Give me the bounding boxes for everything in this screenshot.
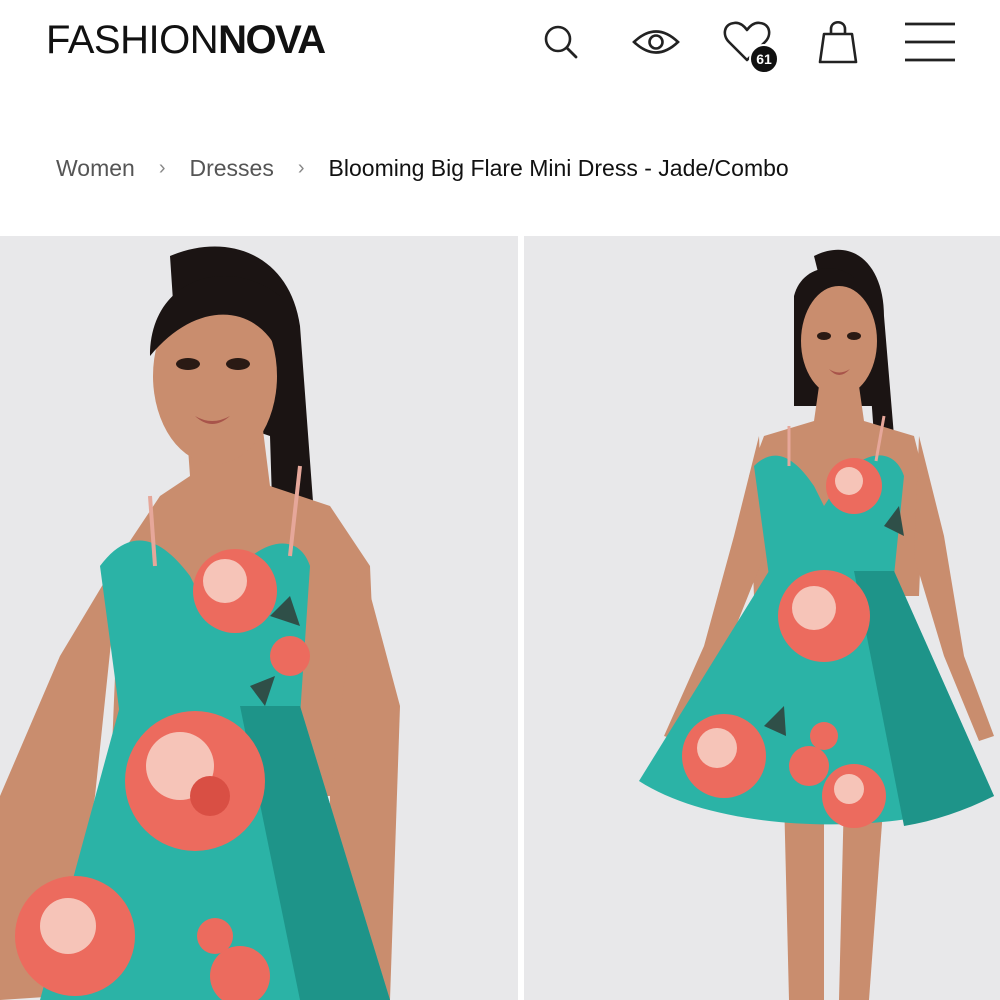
breadcrumb: Women › Dresses › Blooming Big Flare Min… [56,150,789,186]
menu-button[interactable] [900,14,960,70]
site-header: FASHION NOVA 61 [0,0,1000,90]
recently-viewed-button[interactable] [626,14,686,70]
breadcrumb-women[interactable]: Women [56,155,135,182]
product-image-front-full[interactable] [524,236,1000,1000]
breadcrumb-separator-icon: › [297,156,305,179]
model-full-illustration [524,236,1000,1000]
breadcrumb-dresses[interactable]: Dresses [190,155,274,182]
menu-icon [905,22,955,62]
eye-icon [632,30,680,54]
shopping-bag-button[interactable] [808,14,868,70]
model-closeup-illustration [0,236,518,1000]
search-button[interactable] [531,14,591,70]
breadcrumb-separator-icon: › [158,156,166,179]
breadcrumb-current-product: Blooming Big Flare Mini Dress - Jade/Com… [328,154,789,181]
logo-bold-text: NOVA [218,18,326,62]
brand-logo[interactable]: FASHION NOVA [46,18,326,62]
product-gallery [0,236,1000,1000]
wishlist-count-badge: 61 [749,44,779,74]
logo-light-text: FASHION [46,18,219,62]
search-icon [544,25,578,59]
wishlist-button[interactable]: 61 [717,14,779,74]
bag-icon [818,20,858,64]
product-image-front-closeup[interactable] [0,236,518,1000]
